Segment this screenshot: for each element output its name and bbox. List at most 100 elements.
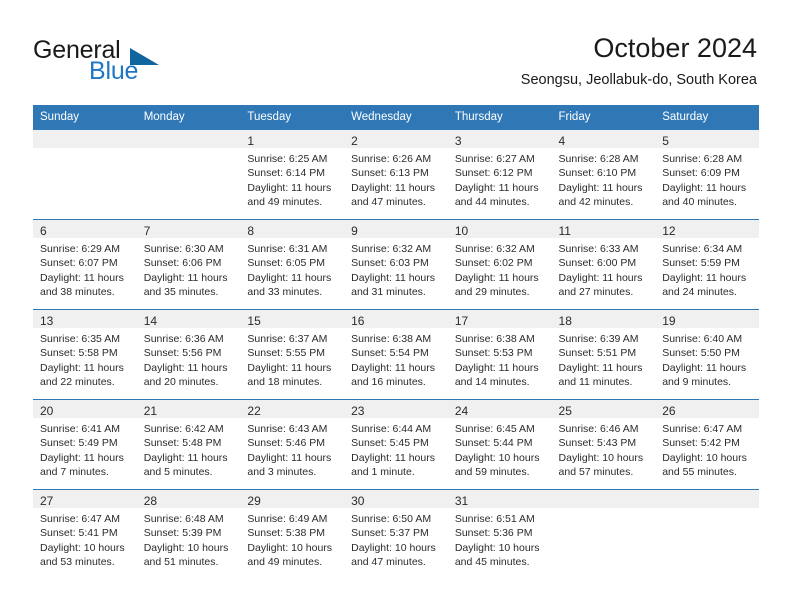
calendar-day-cell[interactable]: 15 Sunrise: 6:37 AM Sunset: 5:55 PM Dayligh… (240, 309, 345, 400)
day-number-band (551, 490, 656, 508)
calendar-day-cell[interactable]: 27 Sunrise: 6:47 AM Sunset: 5:41 PM Dayligh… (33, 489, 137, 580)
day-details: Sunrise: 6:49 AM Sunset: 5:38 PM Daylight:… (240, 508, 344, 569)
day-number-band: 11 (551, 220, 656, 238)
daylight-text: and 59 minutes. (454, 465, 530, 478)
calendar-day-cell[interactable]: 23 Sunrise: 6:44 AM Sunset: 5:45 PM Dayligh… (344, 399, 448, 490)
day-details: Sunrise: 6:34 AM Sunset: 5:59 PM Daylight:… (655, 238, 759, 299)
daylight-text: and 33 minutes. (247, 285, 323, 298)
calendar-day-cell[interactable]: 6 Sunrise: 6:29 AM Sunset: 6:07 PM Daylight… (33, 219, 137, 310)
daylight-text: Daylight: 11 hours (558, 361, 643, 374)
sunset-text: Sunset: 6:10 PM (558, 167, 637, 180)
calendar-day-cell[interactable]: 21 Sunrise: 6:42 AM Sunset: 5:48 PM Dayligh… (136, 399, 241, 490)
weekday-header-sunday: Sunday (33, 105, 137, 130)
page-title: October 2024 (593, 33, 757, 63)
calendar-day-cell[interactable]: 3 Sunrise: 6:27 AM Sunset: 6:12 PM Daylight… (447, 129, 552, 220)
calendar-day-cell[interactable]: 14 Sunrise: 6:36 AM Sunset: 5:56 PM Dayligh… (136, 309, 241, 400)
sunrise-sunset-calendar: Sunday Monday Tuesday Wednesday Thursday… (33, 105, 759, 580)
daylight-text: Daylight: 11 hours (247, 361, 332, 374)
calendar-body: 1 Sunrise: 6:25 AM Sunset: 6:14 PM Daylight… (33, 129, 759, 580)
calendar-day-cell[interactable]: 5 Sunrise: 6:28 AM Sunset: 6:09 PM Daylight… (655, 129, 759, 220)
calendar-day-cell[interactable]: 28 Sunrise: 6:48 AM Sunset: 5:39 PM Dayligh… (136, 489, 241, 580)
sunset-text: Sunset: 5:53 PM (454, 347, 533, 360)
day-details: Sunrise: 6:29 AM Sunset: 6:07 PM Daylight:… (33, 238, 137, 299)
sunset-text: Sunset: 5:42 PM (662, 437, 740, 450)
page-header: General Blue October 2024 Seongsu, Jeoll… (0, 0, 792, 104)
day-number: 5 (662, 134, 669, 148)
day-number: 12 (662, 224, 676, 238)
calendar-week-row: 27 Sunrise: 6:47 AM Sunset: 5:41 PM Dayligh… (33, 489, 759, 580)
day-number: 13 (40, 314, 54, 328)
calendar-day-cell[interactable]: 18 Sunrise: 6:39 AM Sunset: 5:51 PM Dayligh… (551, 309, 656, 400)
day-number: 25 (558, 404, 572, 418)
calendar-day-cell[interactable]: 19 Sunrise: 6:40 AM Sunset: 5:50 PM Dayligh… (655, 309, 759, 400)
sunset-text: Sunset: 5:56 PM (143, 347, 222, 360)
calendar-day-cell[interactable]: 16 Sunrise: 6:38 AM Sunset: 5:54 PM Dayligh… (344, 309, 448, 400)
calendar-day-cell[interactable]: 29 Sunrise: 6:49 AM Sunset: 5:38 PM Dayligh… (240, 489, 345, 580)
daylight-text: Daylight: 11 hours (247, 271, 332, 284)
calendar-day-cell[interactable]: 22 Sunrise: 6:43 AM Sunset: 5:46 PM Dayligh… (240, 399, 345, 490)
day-number-band (136, 130, 241, 148)
daylight-text: Daylight: 11 hours (351, 451, 435, 464)
calendar-day-cell[interactable]: 4 Sunrise: 6:28 AM Sunset: 6:10 PM Daylight… (551, 129, 656, 220)
day-details: Sunrise: 6:25 AM Sunset: 6:14 PM Daylight:… (240, 148, 344, 209)
daylight-text: Daylight: 11 hours (351, 271, 435, 284)
weekday-header-wednesday: Wednesday (344, 105, 448, 130)
daylight-text: and 38 minutes. (40, 285, 115, 298)
calendar-day-cell[interactable]: 13 Sunrise: 6:35 AM Sunset: 5:58 PM Dayligh… (33, 309, 137, 400)
daylight-text: Daylight: 10 hours (351, 541, 436, 554)
day-details (33, 148, 137, 152)
calendar-day-cell[interactable]: 17 Sunrise: 6:38 AM Sunset: 5:53 PM Dayligh… (447, 309, 552, 400)
daylight-text: and 24 minutes. (662, 285, 737, 298)
day-number-band: 24 (447, 400, 552, 418)
day-number: 30 (351, 494, 365, 508)
day-number: 26 (662, 404, 676, 418)
daylight-text: and 47 minutes. (351, 195, 426, 208)
calendar-day-cell[interactable]: 31 Sunrise: 6:51 AM Sunset: 5:36 PM Dayligh… (447, 489, 552, 580)
calendar-day-cell[interactable]: 9 Sunrise: 6:32 AM Sunset: 6:03 PM Daylight… (344, 219, 448, 310)
day-number-band (655, 490, 759, 508)
calendar-day-cell[interactable]: 25 Sunrise: 6:46 AM Sunset: 5:43 PM Dayligh… (551, 399, 656, 490)
day-number: 23 (351, 404, 365, 418)
daylight-text: and 53 minutes. (40, 555, 115, 568)
sunrise-text: Sunrise: 6:39 AM (558, 333, 639, 345)
calendar-day-cell[interactable]: 2 Sunrise: 6:26 AM Sunset: 6:13 PM Daylight… (344, 129, 448, 220)
calendar-day-cell[interactable]: 12 Sunrise: 6:34 AM Sunset: 5:59 PM Dayligh… (655, 219, 759, 310)
sunrise-text: Sunrise: 6:47 AM (40, 513, 120, 525)
daylight-text: Daylight: 10 hours (40, 541, 125, 554)
calendar-day-cell[interactable]: 24 Sunrise: 6:45 AM Sunset: 5:44 PM Dayligh… (447, 399, 552, 490)
daylight-text: Daylight: 10 hours (454, 541, 540, 554)
sunrise-text: Sunrise: 6:34 AM (662, 243, 743, 255)
calendar-day-cell[interactable]: 8 Sunrise: 6:31 AM Sunset: 6:05 PM Daylight… (240, 219, 345, 310)
calendar-page: General Blue October 2024 Seongsu, Jeoll… (0, 0, 792, 612)
daylight-text: and 11 minutes. (558, 375, 633, 388)
sunrise-text: Sunrise: 6:48 AM (143, 513, 224, 525)
calendar-day-cell[interactable]: 20 Sunrise: 6:41 AM Sunset: 5:49 PM Dayligh… (33, 399, 137, 490)
sunset-text: Sunset: 6:02 PM (454, 257, 533, 270)
sunset-text: Sunset: 5:36 PM (454, 527, 533, 540)
sunset-text: Sunset: 5:37 PM (351, 527, 429, 540)
day-details (655, 508, 759, 512)
calendar-week-row: 1 Sunrise: 6:25 AM Sunset: 6:14 PM Daylight… (33, 129, 759, 220)
day-number: 7 (143, 224, 151, 238)
day-number: 21 (143, 404, 158, 418)
sunset-text: Sunset: 5:41 PM (40, 527, 118, 540)
day-number: 19 (662, 314, 676, 328)
calendar-day-cell[interactable]: 1 Sunrise: 6:25 AM Sunset: 6:14 PM Daylight… (240, 129, 345, 220)
day-number-band: 1 (240, 130, 345, 148)
daylight-text: and 29 minutes. (454, 285, 530, 298)
calendar-day-cell[interactable]: 30 Sunrise: 6:50 AM Sunset: 5:37 PM Dayligh… (344, 489, 448, 580)
general-blue-logo[interactable]: General Blue (33, 36, 233, 88)
calendar-day-cell[interactable]: 26 Sunrise: 6:47 AM Sunset: 5:42 PM Dayligh… (655, 399, 759, 490)
calendar-week-row: 13 Sunrise: 6:35 AM Sunset: 5:58 PM Dayligh… (33, 309, 759, 400)
daylight-text: Daylight: 11 hours (40, 361, 124, 374)
weekday-header-row: Sunday Monday Tuesday Wednesday Thursday… (33, 105, 759, 130)
calendar-day-cell[interactable]: 10 Sunrise: 6:32 AM Sunset: 6:02 PM Dayligh… (447, 219, 552, 310)
calendar-day-cell[interactable]: 11 Sunrise: 6:33 AM Sunset: 6:00 PM Dayligh… (551, 219, 656, 310)
day-number: 31 (454, 494, 469, 508)
day-number-band: 14 (136, 310, 241, 328)
calendar-day-cell[interactable]: 7 Sunrise: 6:30 AM Sunset: 6:06 PM Daylight… (136, 219, 241, 310)
day-details: Sunrise: 6:36 AM Sunset: 5:56 PM Daylight:… (137, 328, 241, 389)
day-number-band: 17 (447, 310, 552, 328)
day-number: 1 (247, 134, 255, 148)
sunset-text: Sunset: 5:54 PM (351, 347, 429, 360)
